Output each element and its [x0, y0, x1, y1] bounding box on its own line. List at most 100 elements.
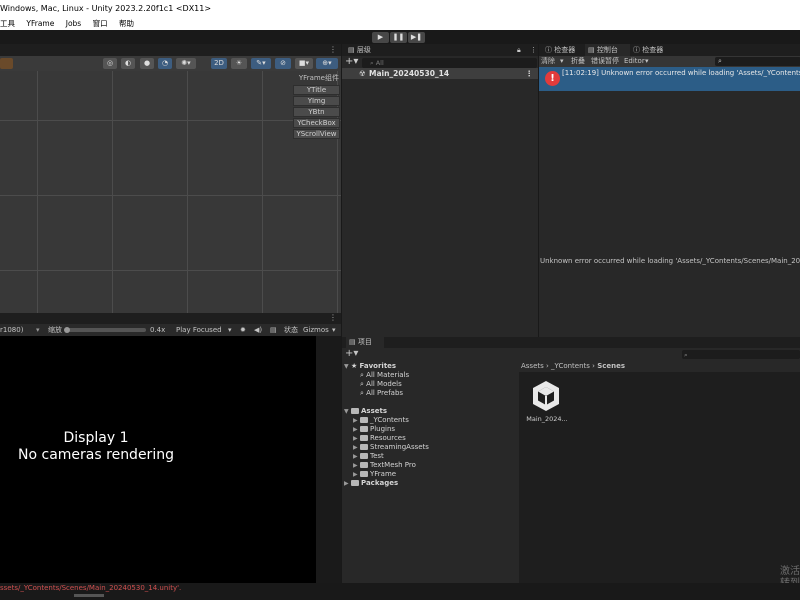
clear-button[interactable]: 清除 [541, 56, 555, 67]
orientation-icon[interactable]: ◎ [103, 58, 117, 69]
hierarchy-more-icon[interactable]: ⋮ [530, 44, 537, 56]
menu-window[interactable]: 窗口 [93, 19, 108, 28]
resolution-chevron-icon[interactable]: ▾ [36, 324, 40, 336]
collapse-arrow-icon[interactable]: ▶ [353, 425, 360, 434]
expand-arrow-icon[interactable]: ▼ [344, 362, 351, 371]
scene-row-more-icon[interactable]: ⋮ [526, 68, 534, 79]
gizmos-button[interactable]: Gizmos [303, 324, 329, 336]
effects-icon[interactable]: ✺▾ [176, 58, 196, 69]
light-toggle-icon[interactable]: ☀ [231, 58, 247, 69]
project-search-input[interactable]: ⌕ [682, 350, 800, 359]
folder-icon [360, 416, 368, 423]
scale-label: 缩放 [48, 326, 62, 334]
clear-chevron-icon[interactable]: ▾ [560, 56, 564, 67]
asset-name[interactable]: Main_2024... [525, 415, 569, 423]
scale-slider-handle[interactable] [64, 327, 70, 333]
hierarchy-add-icon[interactable]: +▾ [345, 56, 358, 67]
tree-folder-label: YFrame [370, 470, 397, 478]
editor-chevron-icon[interactable]: ▾ [645, 56, 649, 67]
tree-folder-textmeshpro[interactable]: ▶ TextMesh Pro [353, 461, 416, 470]
project-add-icon[interactable]: +▾ [345, 348, 358, 359]
tab-project[interactable]: ▤ 项目 [346, 337, 384, 348]
error-pause-button[interactable]: 错误暂停 [591, 56, 619, 67]
lighting-icon[interactable]: ● [140, 58, 154, 69]
tree-favorites[interactable]: ▼ ★ Favorites [344, 362, 396, 371]
breadcrumb-assets[interactable]: Assets [521, 362, 544, 370]
folder-tab-icon: ▤ [349, 338, 358, 346]
collapse-arrow-icon[interactable]: ▶ [353, 470, 360, 479]
audio-toggle-icon[interactable]: ✎▾ [251, 58, 271, 69]
collapse-arrow-icon[interactable]: ▶ [353, 443, 360, 452]
pause-button[interactable]: ❚❚ [390, 32, 407, 43]
yframe-item-yimg[interactable]: YImg [293, 96, 340, 106]
audio-mute-icon[interactable]: ◀) [254, 324, 262, 336]
breadcrumb-scenes[interactable]: Scenes [597, 362, 625, 370]
tree-folder-plugins[interactable]: ▶ Plugins [353, 425, 395, 434]
yframe-item-ybtn[interactable]: YBtn [293, 107, 340, 117]
tab-inspector[interactable]: ⓘ 检查器 [545, 44, 575, 56]
2d-toggle-button[interactable]: 2D [211, 58, 227, 69]
camera-icon[interactable]: ■▾ [295, 58, 313, 69]
tree-folder-ycontents[interactable]: ▶ _YContents [353, 416, 409, 425]
breadcrumb-ycontents[interactable]: _YContents [551, 362, 590, 370]
collapse-arrow-icon[interactable]: ▶ [353, 452, 360, 461]
tree-folder-streamingassets[interactable]: ▶ StreamingAssets [353, 443, 429, 452]
yframe-item-yscrollview[interactable]: YScrollView [293, 129, 340, 139]
status-scrollbar[interactable] [74, 594, 104, 597]
scale-slider[interactable] [66, 328, 146, 332]
play-mode-dropdown[interactable]: Play Focused [176, 324, 222, 336]
tree-folder-yframe[interactable]: ▶ YFrame [353, 470, 396, 479]
collapse-arrow-icon[interactable]: ▶ [344, 479, 351, 488]
yframe-item-ytitle[interactable]: YTitle [293, 85, 340, 95]
resolution-dropdown[interactable]: r1080) [0, 324, 23, 336]
scene-tab-bar: ⋮ [0, 44, 341, 56]
scene-toolbar: ◎ ◐ ● ◔ ✺▾ 2D ☀ ✎▾ ⊘ ■▾ ⊕▾ [0, 56, 341, 71]
play-mode-chevron-icon[interactable]: ▾ [228, 324, 232, 336]
gizmos-chevron-icon[interactable]: ▾ [332, 324, 336, 336]
tree-folder-resources[interactable]: ▶ Resources [353, 434, 406, 443]
menu-help[interactable]: 帮助 [119, 19, 134, 28]
hierarchy-tab[interactable]: ▤ 层级 🔒︎ ⋮ [342, 44, 538, 56]
console-tab-bar: ⓘ 检查器 ▤ 控制台 ⓘ 检查器 [539, 44, 800, 56]
console-error-row[interactable]: ! [11:02:19] Unknown error occurred whil… [539, 67, 800, 91]
status-message[interactable]: ssets/_YContents/Scenes/Main_20240530_14… [0, 584, 181, 592]
lock-icon[interactable]: 🔒︎ [517, 44, 521, 56]
menu-yframe[interactable]: YFrame [26, 19, 54, 28]
shading-icon[interactable]: ◐ [121, 58, 135, 69]
unity-scene-asset-icon[interactable] [531, 379, 561, 413]
tree-all-models[interactable]: ⌕ All Models [360, 380, 402, 389]
yframe-item-ycheckbox[interactable]: YCheckBox [293, 118, 340, 128]
play-button[interactable]: ▶ [372, 32, 389, 43]
tree-folder-label: Resources [370, 434, 406, 442]
collapse-arrow-icon[interactable]: ▶ [353, 416, 360, 425]
collapse-arrow-icon[interactable]: ▶ [353, 434, 360, 443]
editor-dropdown[interactable]: Editor [624, 56, 645, 67]
hierarchy-scene-row[interactable]: ☢ Main_20240530_14 ⋮ [342, 68, 539, 79]
scene-more-icon[interactable]: ⋮ [329, 45, 337, 54]
tree-packages[interactable]: ▶ Packages [344, 479, 398, 488]
stats-button[interactable]: 状态 [284, 324, 298, 336]
menu-jobs[interactable]: Jobs [66, 19, 81, 28]
scene-grid[interactable] [0, 71, 341, 324]
tree-all-materials[interactable]: ⌕ All Materials [360, 371, 409, 380]
collapse-arrow-icon[interactable]: ▶ [353, 461, 360, 470]
step-button[interactable]: ▶❚ [408, 32, 425, 43]
collapse-button[interactable]: 折叠 [571, 56, 585, 67]
keyboard-icon[interactable]: ▤ [270, 324, 277, 336]
tree-folder-test[interactable]: ▶ Test [353, 452, 384, 461]
scene-tool-icon[interactable] [0, 58, 13, 69]
sun-icon[interactable]: ✹ [240, 324, 246, 336]
tab-console[interactable]: ▤ 控制台 [585, 44, 630, 56]
tree-assets[interactable]: ▼ Assets [344, 407, 387, 416]
render-mode-icon[interactable]: ◔ [158, 58, 172, 69]
game-more-icon[interactable]: ⋮ [329, 313, 337, 322]
tree-packages-label: Packages [361, 479, 399, 487]
tree-all-prefabs[interactable]: ⌕ All Prefabs [360, 389, 403, 398]
expand-arrow-icon[interactable]: ▼ [344, 407, 351, 416]
tab-inspector-2[interactable]: ⓘ 检查器 [633, 44, 663, 56]
menu-tools[interactable]: 工具 [0, 19, 15, 28]
console-search-input[interactable]: ⌕ [715, 57, 800, 66]
hierarchy-search-input[interactable]: ⌕ All [362, 58, 537, 68]
visibility-icon[interactable]: ⊘ [275, 58, 291, 69]
gizmos-toggle-icon[interactable]: ⊕▾ [316, 58, 338, 69]
